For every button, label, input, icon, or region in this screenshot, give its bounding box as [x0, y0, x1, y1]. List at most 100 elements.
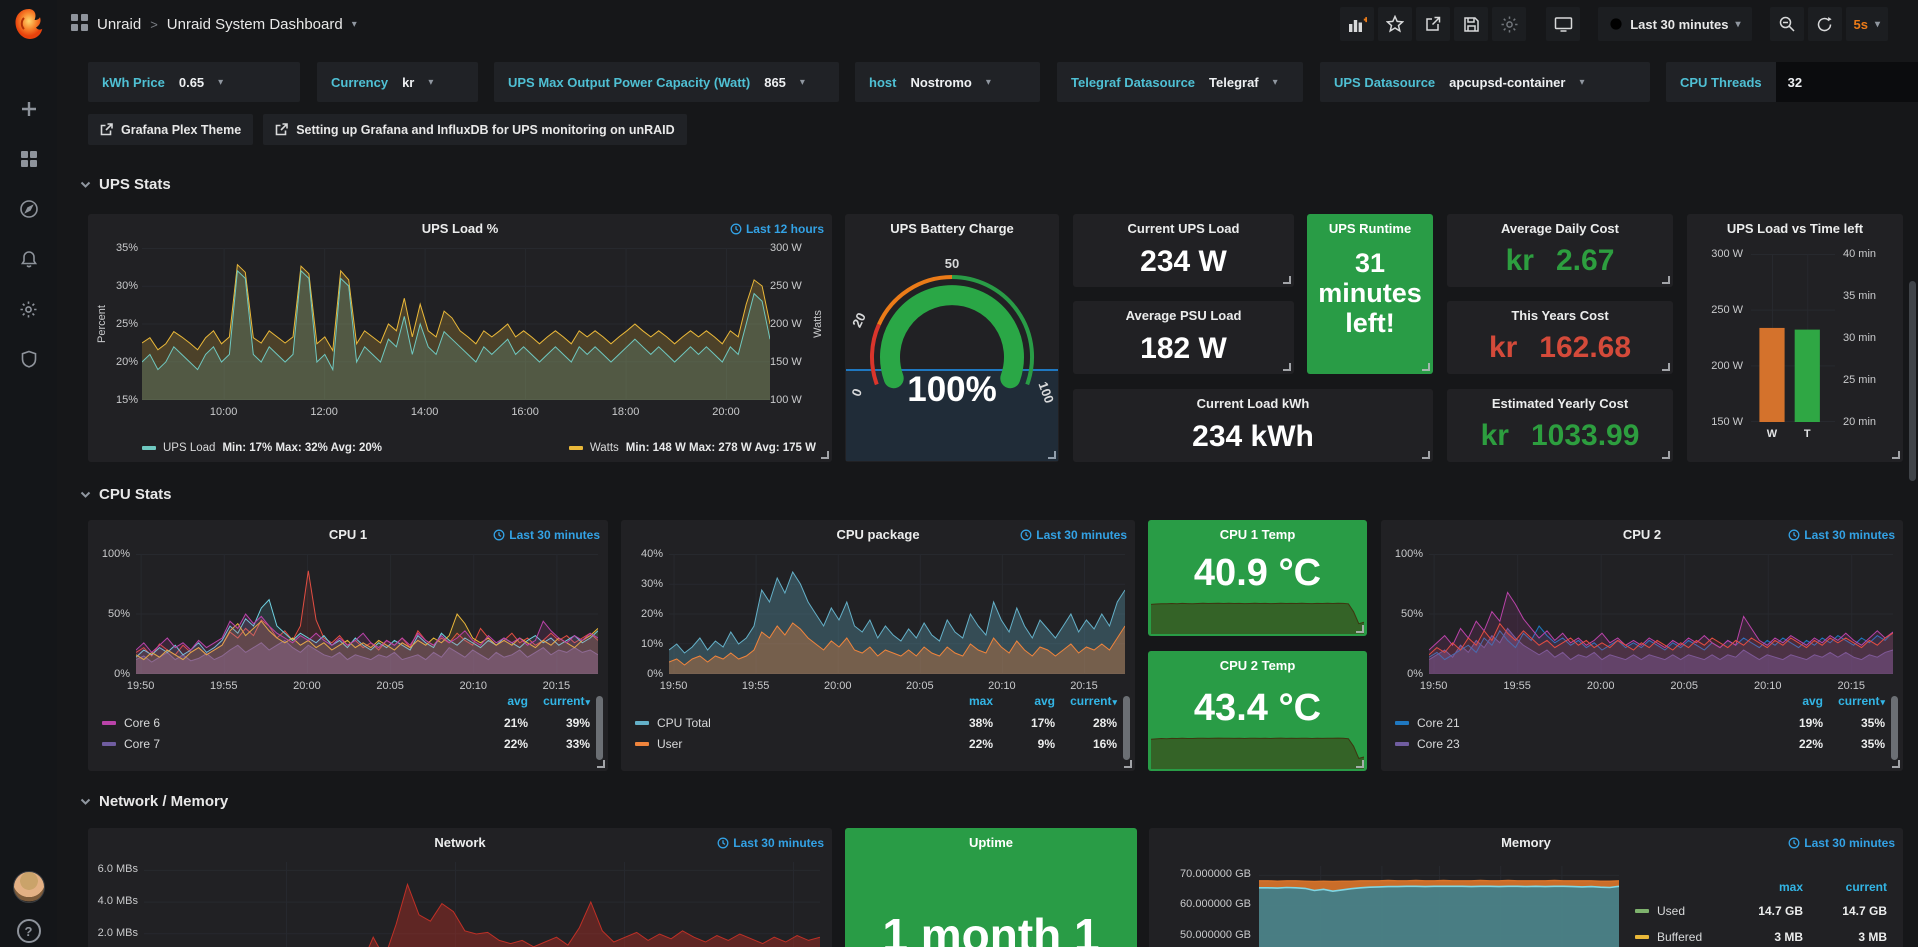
link-grafana-plex-theme[interactable]: Grafana Plex Theme — [88, 114, 253, 145]
variable-ups-datasource[interactable]: UPS Datasource apcupsd-container ▾ — [1320, 62, 1650, 102]
x-axis-ticks: WT — [1751, 428, 1835, 442]
variable-telegraf-datasource[interactable]: Telegraf Datasource Telegraf ▾ — [1057, 62, 1303, 102]
legend-series[interactable]: Core 6 — [102, 716, 466, 730]
time-range-label: Last 30 minutes — [1630, 17, 1728, 32]
star-button[interactable] — [1378, 7, 1412, 41]
link-grafana-influxdb-ups-guide[interactable]: Setting up Grafana and InfluxDB for UPS … — [263, 114, 686, 145]
configuration-icon[interactable] — [18, 298, 40, 320]
panel-title[interactable]: CPU 2 Temp — [1148, 658, 1367, 673]
breadcrumb-dashboard-title[interactable]: Unraid System Dashboard — [167, 16, 343, 33]
legend-col-avg[interactable]: avg — [466, 694, 528, 712]
sidebar: ? — [0, 0, 57, 947]
panel-title[interactable]: CPU 1 Temp — [1148, 527, 1367, 542]
y-axis-ticks: 6.0 MBs4.0 MBs2.0 MBs — [92, 862, 138, 947]
zoom-out-button[interactable] — [1770, 7, 1804, 41]
panel-title[interactable]: Uptime — [845, 835, 1137, 850]
legend-series[interactable]: User — [635, 737, 931, 751]
cpu2-chart[interactable] — [1429, 554, 1893, 674]
legend-series[interactable]: Buffered — [1635, 930, 1719, 944]
server-admin-icon[interactable] — [18, 348, 40, 370]
page-scrollbar[interactable] — [1909, 281, 1916, 481]
legend-series[interactable]: Used — [1635, 904, 1719, 918]
legend-series[interactable]: Core 23 — [1395, 737, 1761, 751]
legend-item[interactable]: UPS LoadMin: 17% Max: 32% Avg: 20% — [142, 442, 382, 454]
variable-currency[interactable]: Currency kr ▾ — [317, 62, 478, 102]
breadcrumb: Unraid > Unraid System Dashboard ▾ — [71, 0, 357, 48]
legend-series[interactable]: CPU Total — [635, 716, 931, 730]
section-cpu-stats[interactable]: CPU Stats — [80, 486, 172, 503]
legend-scrollbar[interactable] — [1891, 696, 1898, 760]
panel-title[interactable]: Average Daily Cost — [1447, 221, 1673, 236]
explore-icon[interactable] — [18, 198, 40, 220]
refresh-button[interactable] — [1808, 7, 1842, 41]
variable-ups-max-output[interactable]: UPS Max Output Power Capacity (Watt) 865… — [494, 62, 839, 102]
panel-title[interactable]: UPS Load % — [88, 221, 832, 236]
tv-mode-button[interactable] — [1546, 7, 1580, 41]
panel-title[interactable]: UPS Battery Charge — [845, 221, 1059, 236]
legend-col-current[interactable]: current — [528, 694, 590, 712]
variable-label: UPS Datasource — [1334, 75, 1435, 90]
legend-series[interactable]: Core 21 — [1395, 716, 1761, 730]
time-range-label: Last 30 minutes — [1036, 528, 1127, 542]
variable-kwh-price[interactable]: kWh Price 0.65 ▾ — [88, 62, 300, 102]
variable-host[interactable]: host Nostromo ▾ — [855, 62, 1040, 102]
breadcrumb-folder[interactable]: Unraid — [97, 16, 141, 33]
legend-col-current[interactable]: current — [1803, 880, 1887, 898]
panel-time-range-link[interactable]: Last 30 minutes — [717, 836, 824, 850]
ups-bar-chart[interactable] — [1751, 254, 1835, 422]
legend-scrollbar[interactable] — [596, 696, 603, 760]
panel-time-range-link[interactable]: Last 30 minutes — [1788, 836, 1895, 850]
save-button[interactable] — [1454, 7, 1488, 41]
section-network-memory[interactable]: Network / Memory — [80, 793, 228, 810]
time-range-picker[interactable]: Last 30 minutes ▾ — [1598, 7, 1751, 41]
chevron-down-icon: ▾ — [218, 77, 223, 88]
legend-series[interactable]: Core 7 — [102, 737, 466, 751]
panel-title[interactable]: This Years Cost — [1447, 308, 1673, 323]
network-chart[interactable] — [144, 862, 820, 947]
share-button[interactable] — [1416, 7, 1450, 41]
variable-value: apcupsd-container — [1449, 75, 1565, 90]
add-panel-button[interactable] — [1340, 7, 1374, 41]
memory-chart[interactable] — [1259, 866, 1619, 947]
cpu-threads-input[interactable]: 32 — [1776, 62, 1918, 102]
chevron-down-icon[interactable]: ▾ — [352, 19, 357, 30]
legend-col-current[interactable]: current — [1823, 694, 1885, 712]
legend-scrollbar[interactable] — [1123, 696, 1130, 760]
panel-title[interactable]: Current UPS Load — [1073, 221, 1294, 236]
legend-col-current[interactable]: current — [1055, 694, 1117, 712]
legend-col-avg[interactable]: avg — [993, 694, 1055, 712]
time-range-label: Last 30 minutes — [733, 836, 824, 850]
panel-title[interactable]: Average PSU Load — [1073, 308, 1294, 323]
panel-title[interactable]: Estimated Yearly Cost — [1447, 396, 1673, 411]
create-icon[interactable] — [18, 98, 40, 120]
dashboard-settings-button[interactable] — [1492, 7, 1526, 41]
legend-col-avg[interactable]: avg — [1761, 694, 1823, 712]
panel-time-range-link[interactable]: Last 30 minutes — [1020, 528, 1127, 542]
panel-title[interactable]: UPS Runtime — [1307, 221, 1433, 236]
grafana-logo-icon[interactable] — [12, 7, 46, 46]
ups-load-chart[interactable] — [142, 248, 770, 400]
refresh-interval-picker[interactable]: 5s ▾ — [1846, 7, 1889, 41]
panel-average-daily-cost: Average Daily Cost kr2.67 — [1447, 214, 1673, 287]
dashboards-icon[interactable] — [18, 148, 40, 170]
panel-title[interactable]: Current Load kWh — [1073, 396, 1433, 411]
help-icon[interactable]: ? — [17, 919, 41, 943]
legend-col-max[interactable]: max — [1719, 880, 1803, 898]
legend-item[interactable]: WattsMin: 148 W Max: 278 W Avg: 175 W — [569, 442, 816, 454]
variable-label: CPU Threads — [1680, 75, 1762, 90]
panel-cpu1-temp: CPU 1 Temp 40.9 °C — [1148, 520, 1367, 636]
panel-time-range-link[interactable]: Last 30 minutes — [1788, 528, 1895, 542]
sidebar-bottom: ? — [0, 871, 57, 947]
cpu-package-chart[interactable] — [669, 554, 1125, 674]
section-ups-stats[interactable]: UPS Stats — [80, 176, 171, 193]
user-avatar[interactable] — [13, 871, 45, 903]
panel-time-range-link[interactable]: Last 12 hours — [730, 222, 824, 236]
legend-col-max[interactable]: max — [931, 694, 993, 712]
panel-time-range-link[interactable]: Last 30 minutes — [493, 528, 600, 542]
apps-grid-icon[interactable] — [71, 14, 88, 35]
panel-title[interactable]: UPS Load vs Time left — [1687, 221, 1903, 236]
cpu1-chart[interactable] — [136, 554, 598, 674]
external-link-icon — [100, 123, 113, 136]
currency-prefix: kr — [1489, 331, 1517, 365]
alerting-icon[interactable] — [18, 248, 40, 270]
